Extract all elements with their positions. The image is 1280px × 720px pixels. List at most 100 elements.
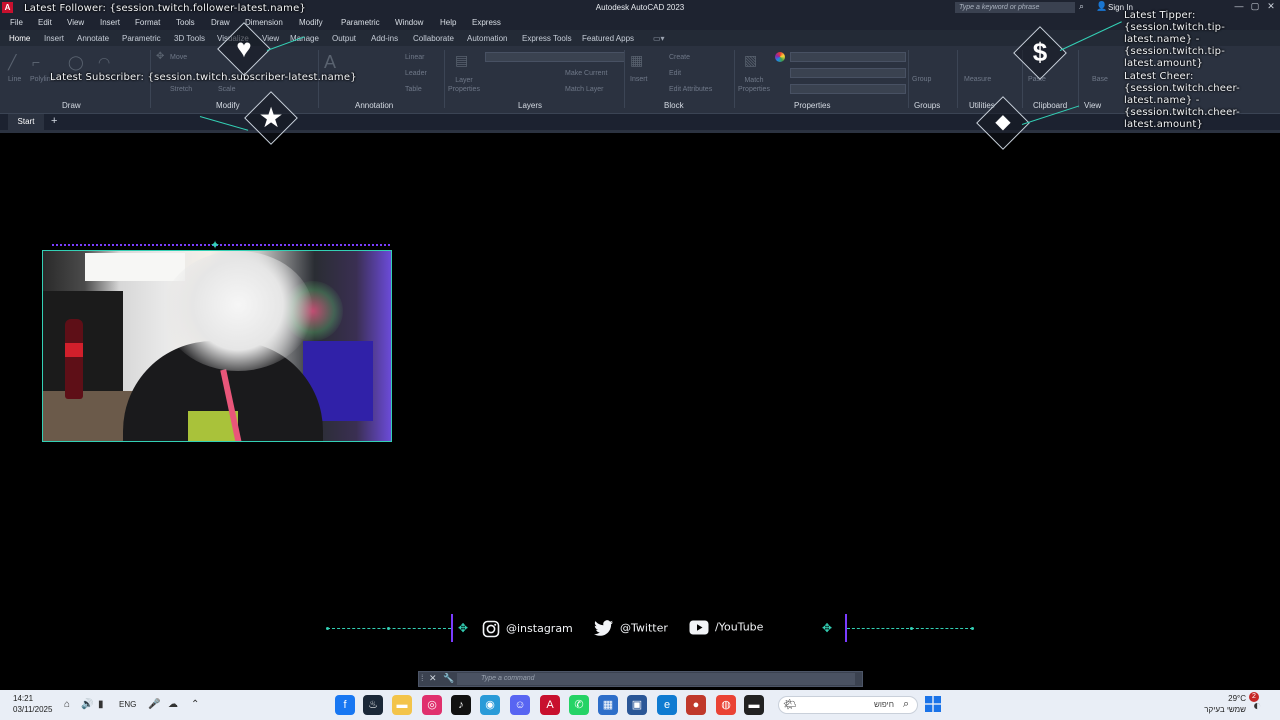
tab-add-ins[interactable]: Add-ins	[371, 34, 398, 43]
tab-parametric[interactable]: Parametric	[122, 34, 161, 43]
tab-annotate[interactable]: Annotate	[77, 34, 109, 43]
help-search-input[interactable]: Type a keyword or phrase	[955, 2, 1075, 13]
layer-properties-label[interactable]: Layer Properties	[447, 76, 481, 94]
layer-dropdown[interactable]	[485, 52, 625, 62]
command-input[interactable]: Type a command	[457, 673, 855, 685]
polyline-icon[interactable]: ⌐	[32, 54, 40, 70]
microphone-icon[interactable]: 🎤	[148, 699, 160, 710]
match-properties-label[interactable]: Match Properties	[736, 76, 772, 94]
tab-view[interactable]: View	[262, 34, 279, 43]
arc-icon[interactable]: ◠	[98, 54, 110, 71]
file-explorer-icon[interactable]: ▬	[392, 695, 412, 715]
panel-layers-label[interactable]: Layers	[518, 101, 542, 110]
menu-modify[interactable]: Modify	[299, 18, 323, 27]
color-dropdown[interactable]	[790, 52, 906, 62]
line-tool-label[interactable]: Line	[8, 76, 21, 83]
weather-widget[interactable]: 29°C שמשי בעיקר	[1198, 693, 1246, 715]
edit-tool-label[interactable]: Edit	[669, 70, 681, 77]
stretch-tool-label[interactable]: Stretch	[170, 86, 192, 93]
command-line-grip-icon[interactable]: ⁞	[421, 673, 424, 683]
tab-output[interactable]: Output	[332, 34, 356, 43]
measure-tool-label[interactable]: Measure	[964, 76, 991, 83]
tab-insert[interactable]: Insert	[44, 34, 64, 43]
text-icon[interactable]: A	[324, 52, 336, 73]
panel-modify-label[interactable]: Modify	[216, 101, 240, 110]
menu-draw[interactable]: Draw	[211, 18, 230, 27]
tab-3d-tools[interactable]: 3D Tools	[174, 34, 205, 43]
social-instagram[interactable]: @instagram	[482, 620, 573, 638]
user-icon[interactable]: 👤	[1096, 1, 1107, 12]
battery-icon[interactable]: ▮	[98, 699, 104, 710]
menu-help[interactable]: Help	[440, 18, 456, 27]
new-tab-button[interactable]: +	[51, 115, 57, 127]
tab-featured-apps[interactable]: Featured Apps	[582, 34, 634, 43]
store-icon[interactable]: ▣	[627, 695, 647, 715]
panel-block-label[interactable]: Block	[664, 101, 684, 110]
search-icon[interactable]: ⌕	[1079, 1, 1084, 12]
tab-automation[interactable]: Automation	[467, 34, 507, 43]
lineweight-dropdown[interactable]	[790, 84, 906, 94]
panel-groups-label[interactable]: Groups	[914, 101, 940, 110]
base-tool-label[interactable]: Base	[1092, 76, 1108, 83]
move-icon[interactable]: ✥	[156, 51, 164, 62]
taskbar-search[interactable]: 🌤 חיפוש ⌕	[778, 696, 918, 714]
close-icon[interactable]: ✕	[1264, 1, 1278, 13]
language-indicator[interactable]: ENG	[119, 700, 136, 709]
cloud-icon[interactable]: ☁	[168, 699, 178, 710]
panel-clipboard-label[interactable]: Clipboard	[1033, 101, 1067, 110]
tab-manage[interactable]: Manage	[290, 34, 319, 43]
line-icon[interactable]: ╱	[8, 54, 16, 71]
social-twitter[interactable]: @Twitter	[594, 620, 668, 637]
social-youtube[interactable]: /YouTube	[689, 620, 763, 635]
create-tool-label[interactable]: Create	[669, 54, 690, 61]
maximize-icon[interactable]: ▢	[1248, 1, 1262, 13]
scale-tool-label[interactable]: Scale	[218, 86, 236, 93]
game-app-icon[interactable]: ●	[686, 695, 706, 715]
menu-express[interactable]: Express	[472, 18, 501, 27]
menu-file[interactable]: File	[10, 18, 23, 27]
volume-icon[interactable]: 🔊	[81, 699, 93, 710]
tab-start[interactable]: Start	[8, 114, 44, 130]
instagram-app-icon[interactable]: ◎	[422, 695, 442, 715]
menu-format[interactable]: Format	[135, 18, 160, 27]
panel-view-label[interactable]: View	[1084, 101, 1101, 110]
menu-window[interactable]: Window	[395, 18, 423, 27]
menu-edit[interactable]: Edit	[38, 18, 52, 27]
close-icon[interactable]: ✕	[429, 673, 437, 684]
steam-icon[interactable]: ♨	[363, 695, 383, 715]
circle-icon[interactable]: ◯	[68, 54, 84, 71]
table-tool-label[interactable]: Table	[405, 86, 422, 93]
color-wheel-icon[interactable]	[775, 52, 785, 62]
tab-express-tools[interactable]: Express Tools	[522, 34, 572, 43]
edge-icon[interactable]: e	[657, 695, 677, 715]
network-icon[interactable]: ⌂	[64, 699, 70, 710]
linear-tool-label[interactable]: Linear	[405, 54, 424, 61]
terminal-icon[interactable]: ▬	[744, 695, 764, 715]
menu-parametric[interactable]: Parametric	[341, 18, 380, 27]
whatsapp-icon[interactable]: ✆	[569, 695, 589, 715]
ribbon-toggle-icon[interactable]: ▭▾	[653, 34, 665, 43]
chevron-up-icon[interactable]: ⌃	[191, 699, 199, 710]
move-tool-label[interactable]: Move	[170, 54, 187, 61]
tab-collaborate[interactable]: Collaborate	[413, 34, 454, 43]
windows-start-icon[interactable]	[925, 696, 941, 712]
match-layer-label[interactable]: Match Layer	[565, 86, 604, 93]
menu-dimension[interactable]: Dimension	[245, 18, 283, 27]
calculator-icon[interactable]: ▦	[598, 695, 618, 715]
wrench-icon[interactable]: 🔧	[443, 673, 454, 684]
make-current-label[interactable]: Make Current	[565, 70, 607, 77]
tiktok-icon[interactable]: ♪	[451, 695, 471, 715]
menu-tools[interactable]: Tools	[176, 18, 195, 27]
autocad-taskbar-icon[interactable]: A	[540, 695, 560, 715]
group-tool-label[interactable]: Group	[912, 76, 931, 83]
crypto-app-icon[interactable]: ◉	[480, 695, 500, 715]
menu-insert[interactable]: Insert	[100, 18, 120, 27]
panel-draw-label[interactable]: Draw	[62, 101, 81, 110]
clock[interactable]: 14:21 03/11/2025	[13, 693, 52, 715]
chrome-icon[interactable]: ◍	[716, 695, 736, 715]
facebook-icon[interactable]: f	[335, 695, 355, 715]
tab-home[interactable]: Home	[9, 34, 30, 43]
edit-attributes-label[interactable]: Edit Attributes	[669, 86, 712, 93]
menu-view[interactable]: View	[67, 18, 84, 27]
insert-block-icon[interactable]: ▦	[630, 52, 643, 69]
